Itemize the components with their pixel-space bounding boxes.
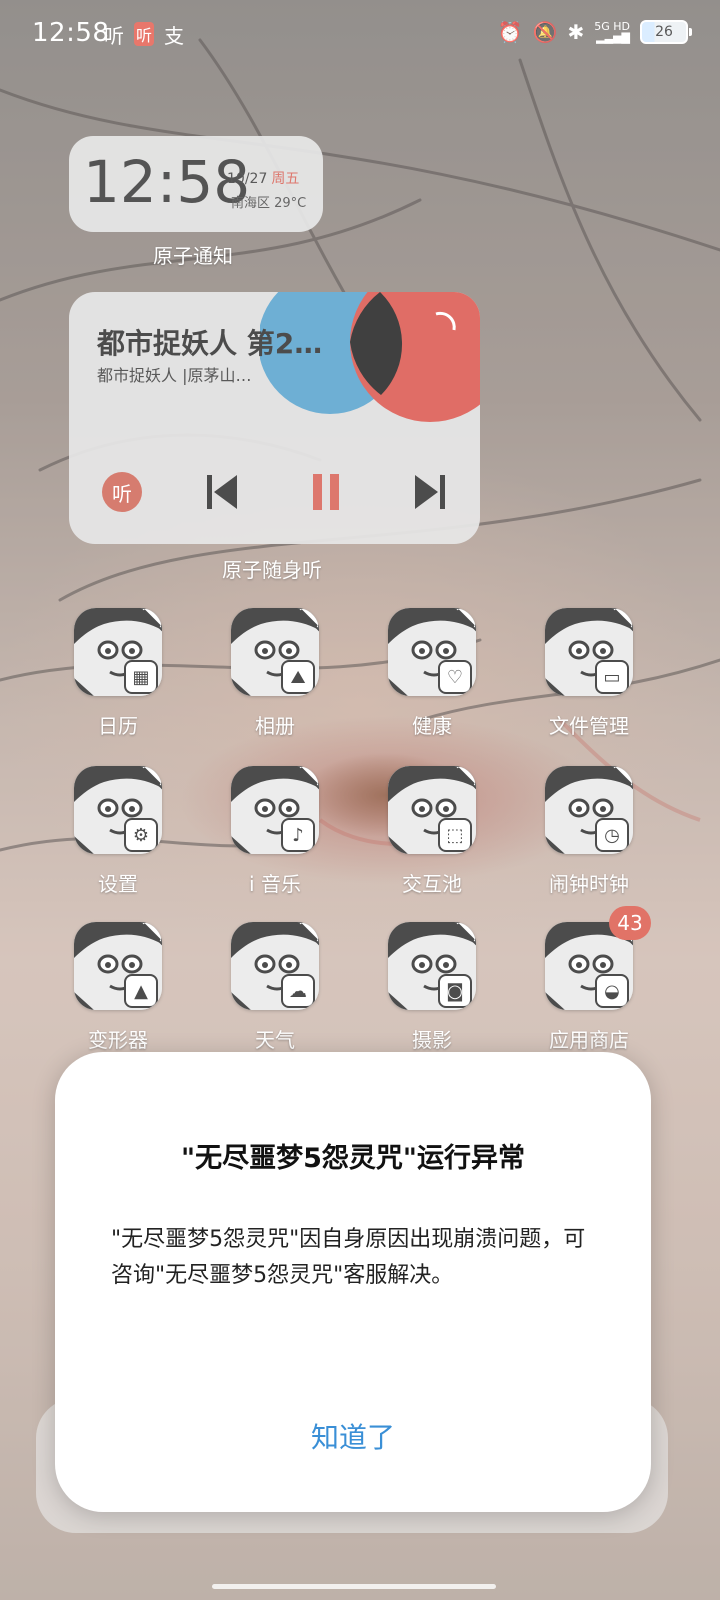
acknowledge-button[interactable]: 知道了 xyxy=(55,1416,651,1456)
dialog-message: "无尽噩梦5怨灵咒"因自身原因出现崩溃问题，可咨询"无尽噩梦5怨灵咒"客服解决。 xyxy=(111,1227,586,1288)
crash-dialog: "无尽噩梦5怨灵咒"运行异常 "无尽噩梦5怨灵咒"因自身原因出现崩溃问题，可咨询… xyxy=(55,1052,651,1512)
dialog-title: "无尽噩梦5怨灵咒"运行异常 xyxy=(181,1143,525,1174)
home-indicator[interactable] xyxy=(212,1584,496,1589)
